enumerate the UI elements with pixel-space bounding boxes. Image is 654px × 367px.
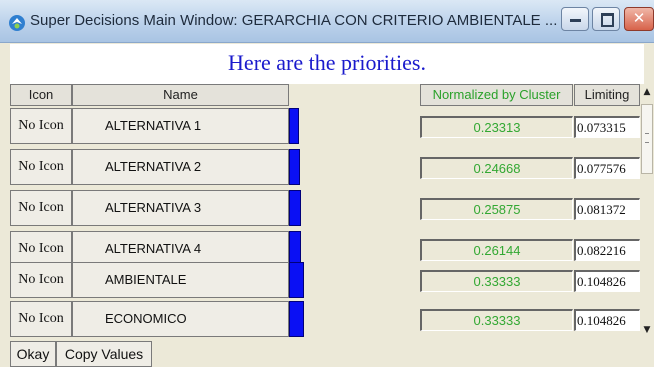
node-name-button[interactable]: AMBIENTALE	[72, 262, 289, 298]
limiting-value-field[interactable]: 0.104826	[574, 309, 640, 331]
priority-row: No Icon ECONOMICO 0.33333 0.104826	[10, 299, 640, 340]
normalized-value-field: 0.25875	[420, 198, 573, 220]
scroll-down-arrow-icon[interactable]: ▼	[640, 322, 654, 338]
vertical-scrollbar[interactable]: ▲ ▼	[640, 84, 654, 340]
copy-values-button[interactable]: Copy Values	[56, 341, 152, 367]
priority-bar	[289, 301, 304, 337]
priority-bar	[289, 262, 304, 298]
title-bar[interactable]: Super Decisions Main Window: GERARCHIA C…	[0, 0, 654, 43]
maximize-button[interactable]	[592, 7, 620, 31]
scrollbar-thumb[interactable]	[641, 104, 653, 174]
window-title: Super Decisions Main Window: GERARCHIA C…	[30, 12, 558, 29]
column-header-normalized[interactable]: Normalized by Cluster	[420, 84, 573, 106]
super-decisions-app-icon	[9, 15, 25, 31]
no-icon-button[interactable]: No Icon	[10, 301, 72, 337]
column-header-icon[interactable]: Icon	[10, 84, 72, 106]
limiting-value-field[interactable]: 0.073315	[574, 116, 640, 138]
normalized-value-field: 0.33333	[420, 270, 573, 292]
minimize-button[interactable]	[561, 7, 589, 31]
no-icon-button[interactable]: No Icon	[10, 262, 72, 298]
scroll-grip-icon	[645, 133, 649, 143]
no-icon-button[interactable]: No Icon	[10, 149, 72, 185]
normalized-value-field: 0.26144	[420, 239, 573, 261]
priorities-heading: Here are the priorities.	[10, 44, 644, 84]
priority-bar	[289, 190, 301, 226]
priority-row: No Icon AMBIENTALE 0.33333 0.104826	[10, 260, 640, 301]
main-window: Super Decisions Main Window: GERARCHIA C…	[0, 0, 654, 367]
close-icon: ✕	[632, 9, 646, 27]
limiting-value-field[interactable]: 0.077576	[574, 157, 640, 179]
limiting-value-field[interactable]: 0.081372	[574, 198, 640, 220]
limiting-value-field[interactable]: 0.104826	[574, 270, 640, 292]
no-icon-button[interactable]: No Icon	[10, 108, 72, 144]
limiting-value-field[interactable]: 0.082216	[574, 239, 640, 261]
normalized-value-field: 0.23313	[420, 116, 573, 138]
normalized-value-field: 0.24668	[420, 157, 573, 179]
priority-row: No Icon ALTERNATIVA 3 0.25875 0.081372	[10, 188, 640, 229]
scroll-up-arrow-icon[interactable]: ▲	[640, 84, 654, 100]
priority-row: No Icon ALTERNATIVA 1 0.23313 0.073315	[10, 106, 640, 147]
okay-button[interactable]: Okay	[10, 341, 56, 367]
node-name-button[interactable]: ALTERNATIVA 2	[72, 149, 289, 185]
close-button[interactable]: ✕	[624, 7, 654, 31]
node-name-button[interactable]: ALTERNATIVA 1	[72, 108, 289, 144]
minimize-icon	[570, 19, 581, 22]
column-header-name[interactable]: Name	[72, 84, 289, 106]
no-icon-button[interactable]: No Icon	[10, 190, 72, 226]
priority-bar	[289, 108, 299, 144]
normalized-value-field: 0.33333	[420, 309, 573, 331]
maximize-icon	[601, 13, 614, 27]
column-header-limiting[interactable]: Limiting	[574, 84, 640, 106]
node-name-button[interactable]: ECONOMICO	[72, 301, 289, 337]
node-name-button[interactable]: ALTERNATIVA 3	[72, 190, 289, 226]
priority-bar	[289, 149, 300, 185]
priority-row: No Icon ALTERNATIVA 2 0.24668 0.077576	[10, 147, 640, 188]
